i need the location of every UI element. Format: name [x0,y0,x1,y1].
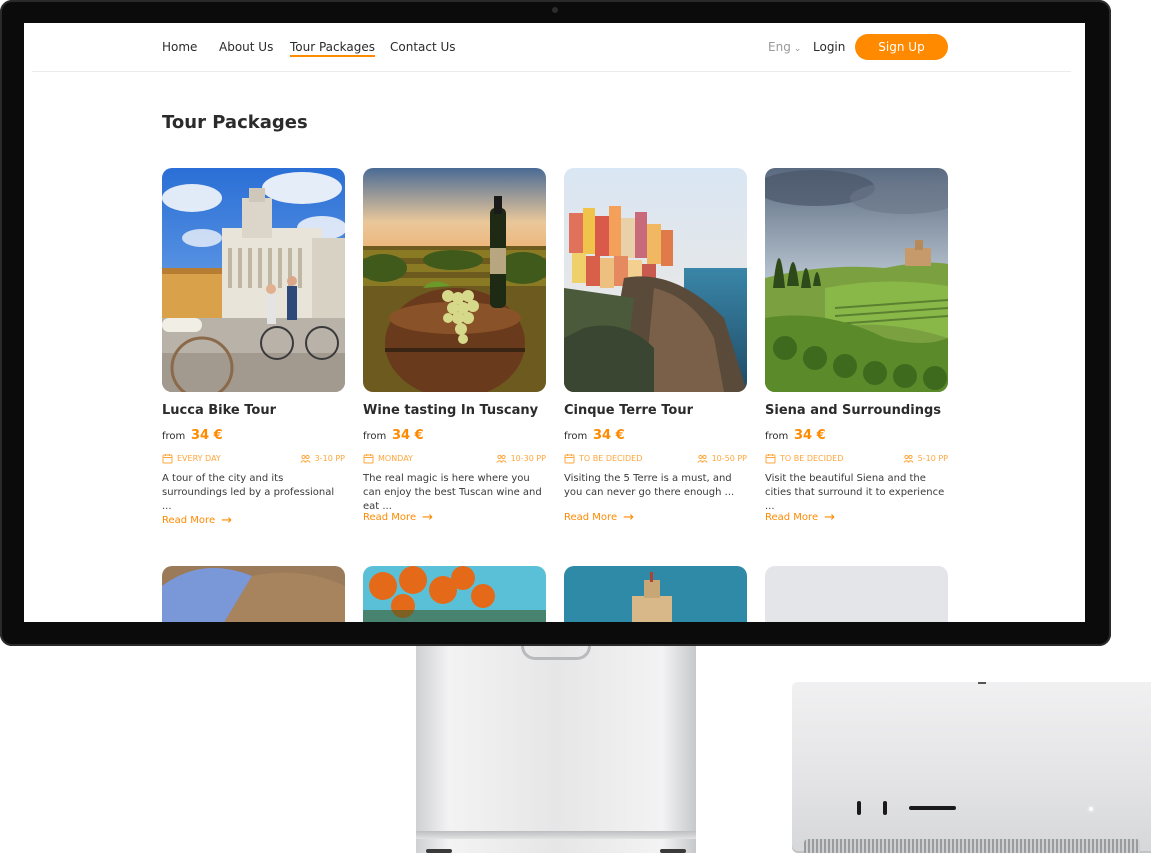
schedule-text: TO BE DECIDED [579,454,643,463]
tour-card[interactable]: Siena and Surroundings from 34 € TO BE D… [765,168,948,538]
read-more-link[interactable]: Read More → [564,510,634,525]
mac-studio [792,680,1151,853]
stand-foot [426,849,452,853]
language-label: Eng [768,40,791,54]
tour-title[interactable]: Wine tasting In Tuscany [363,403,538,418]
calendar-icon [162,454,173,464]
tour-description: A tour of the city and its surroundings … [162,473,335,512]
browser-viewport[interactable]: Home About Us Tour Packages Contact Us E… [24,23,1085,622]
tour-schedule: EVERY DAY [162,453,221,464]
tour-photo-siena[interactable] [765,168,948,392]
nav-link-about-us[interactable]: About Us [219,40,273,54]
tour-card[interactable]: Cinque Terre Tour from 34 € TO BE DECIDE… [564,168,747,538]
tour-schedule: MONDAY [363,453,413,464]
sd-card-slot [909,806,956,810]
cinque-terre-image [564,168,747,392]
group-text: 10-50 PP [711,454,747,463]
tour-photo-lucca[interactable] [162,168,345,392]
group-icon [696,454,708,463]
tour-group-size: 5-10 PP [903,453,948,464]
price-from-label: from [564,431,588,442]
power-led [1089,807,1093,811]
top-navigation: Home About Us Tour Packages Contact Us E… [24,23,1085,72]
tour-card[interactable]: Wine tasting In Tuscany from 34 € MONDAY… [363,168,546,538]
sign-up-button[interactable]: Sign Up [855,34,948,60]
tour-card-partial[interactable] [363,566,546,622]
nav-divider [32,71,1071,72]
page-title: Tour Packages [162,112,308,133]
stand-foot [660,849,686,853]
tour-card[interactable]: Lucca Bike Tour from 34 € EVERY DAY 3-10… [162,168,345,538]
calendar-icon [564,454,575,464]
nav-link-tour-packages[interactable]: Tour Packages [290,40,375,57]
calendar-icon [765,454,776,464]
display-stand [416,646,696,853]
read-more-label: Read More [564,512,618,523]
arrow-right-icon: → [221,513,233,528]
schedule-text: EVERY DAY [177,454,221,463]
tour-description: Visiting the 5 Terre is a must, and you … [564,473,735,498]
read-more-link[interactable]: Read More → [765,510,835,525]
group-text: 10-30 PP [510,454,546,463]
tour-card-partial[interactable] [162,566,345,622]
group-icon [903,454,914,463]
tour-photo-placeholder [765,566,948,622]
arrow-right-icon: → [422,510,434,525]
wine-image [363,168,546,392]
arrow-right-icon: → [623,510,635,525]
tour-description: The real magic is here where you can enj… [363,473,542,512]
read-more-link[interactable]: Read More → [162,513,232,528]
tour-title[interactable]: Siena and Surroundings [765,403,941,418]
tour-title[interactable]: Cinque Terre Tour [564,403,693,418]
chevron-down-icon: ⌄ [793,44,802,54]
tour-group-size: 10-50 PP [696,453,747,464]
camera [552,7,558,13]
nav-link-home[interactable]: Home [162,40,197,54]
price-from-label: from [765,431,789,442]
tour-price: 34 € [593,428,625,443]
tour-card-partial[interactable] [564,566,747,622]
studio-display: Home About Us Tour Packages Contact Us E… [0,0,1111,646]
studio-top-mark [978,682,986,684]
stand-hinge [521,646,591,660]
price-from-label: from [363,431,387,442]
read-more-label: Read More [162,515,216,526]
usb-c-port [857,801,861,815]
tour-group-size: 10-30 PP [495,453,546,464]
siena-image [765,168,948,392]
group-icon [300,454,311,463]
read-more-label: Read More [363,512,417,523]
vent-grille [804,839,1140,853]
tour-photo-oranges [363,566,546,622]
tour-description: Visit the beautiful Siena and the cities… [765,473,945,512]
group-text: 3-10 PP [314,454,345,463]
tour-price: 34 € [191,428,223,443]
schedule-text: MONDAY [378,454,413,463]
tour-schedule: TO BE DECIDED [765,453,843,464]
price-from-label: from [162,431,186,442]
tour-group-size: 3-10 PP [300,453,345,464]
group-text: 5-10 PP [917,454,948,463]
tour-photo-arch [162,566,345,622]
group-icon [495,454,507,463]
tour-photo-wine[interactable] [363,168,546,392]
read-more-label: Read More [765,512,819,523]
schedule-text: TO BE DECIDED [780,454,844,463]
calendar-icon [363,454,374,464]
tour-price: 34 € [794,428,826,443]
login-link[interactable]: Login [813,40,845,54]
tour-price: 34 € [392,428,424,443]
tour-photo-cinque-terre[interactable] [564,168,747,392]
stand-base [416,831,696,839]
arrow-right-icon: → [824,510,836,525]
read-more-link[interactable]: Read More → [363,510,433,525]
nav-link-contact-us[interactable]: Contact Us [390,40,456,54]
tour-title[interactable]: Lucca Bike Tour [162,403,276,418]
language-selector[interactable]: Eng ⌄ [768,40,801,54]
tour-schedule: TO BE DECIDED [564,453,642,464]
lucca-image [162,168,345,392]
tour-card-partial[interactable] [765,566,948,622]
tour-photo-tower [564,566,747,622]
usb-c-port [883,801,887,815]
